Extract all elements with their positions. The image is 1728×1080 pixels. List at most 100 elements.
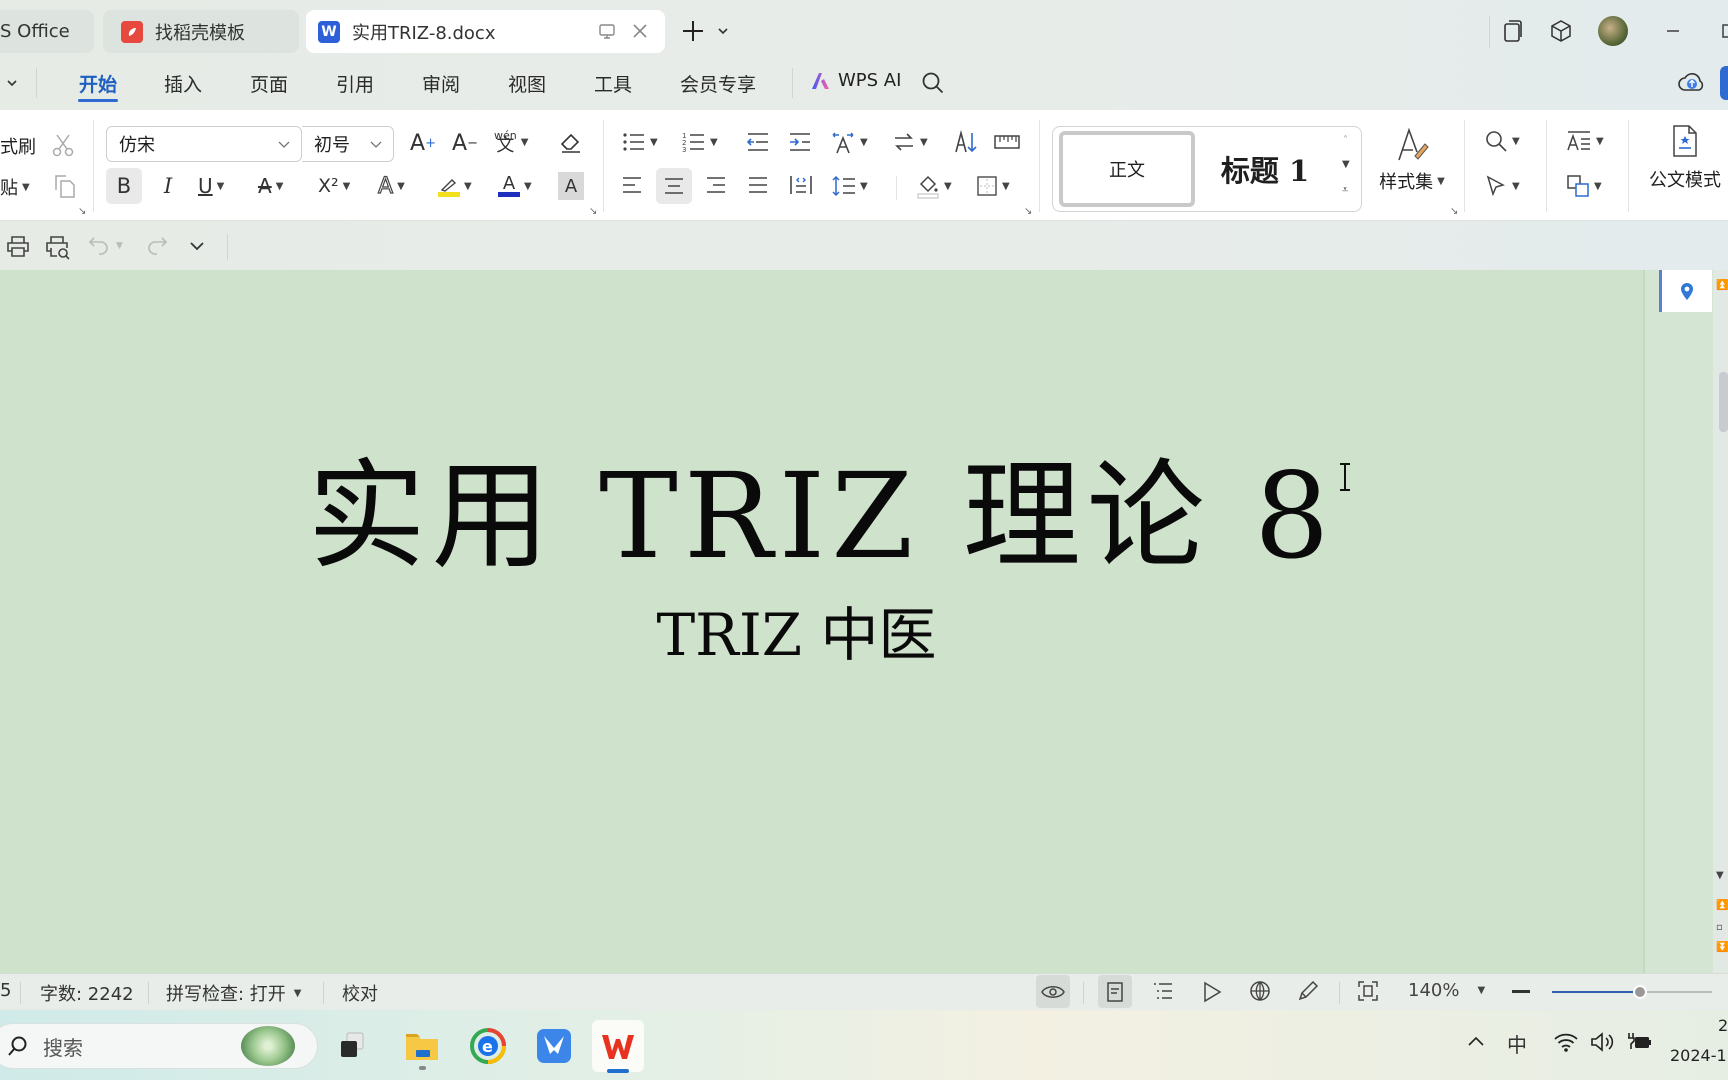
minimize-icon[interactable] xyxy=(1656,14,1690,48)
prev-page-icon[interactable]: ⏫ xyxy=(1716,900,1728,911)
ruler-icon[interactable] xyxy=(992,128,1022,156)
redo-icon[interactable] xyxy=(146,235,168,257)
select-button[interactable]: ▼ xyxy=(1484,168,1520,204)
gallery-expand-icon[interactable]: ⩡ xyxy=(1342,183,1348,197)
volume-icon[interactable] xyxy=(1590,1031,1616,1053)
zoom-out-icon[interactable] xyxy=(1512,990,1530,993)
page-indicator[interactable]: 5 xyxy=(0,980,11,1001)
align-right-icon[interactable] xyxy=(702,170,730,200)
monitor-icon[interactable] xyxy=(598,22,616,40)
format-painter-button[interactable]: 式刷 xyxy=(0,133,36,159)
cloud-upload-icon[interactable] xyxy=(1678,70,1706,96)
navigation-location-button[interactable] xyxy=(1659,270,1712,312)
file-menu-chevron-icon[interactable] xyxy=(5,76,19,90)
increase-font-size-button[interactable]: A + xyxy=(408,128,438,158)
superscript-button[interactable]: X² ▼ xyxy=(318,168,350,204)
search-icon[interactable] xyxy=(920,70,946,96)
character-spacing-button[interactable]: ▼ xyxy=(830,126,868,158)
outline-view-icon[interactable] xyxy=(1152,981,1174,1001)
scrollbar-thumb[interactable] xyxy=(1719,372,1728,432)
sort-icon[interactable] xyxy=(952,128,980,156)
dialog-launcher-icon[interactable]: ↘ xyxy=(1024,206,1032,217)
spell-check-toggle[interactable]: 拼写检查: 打开 ▼ xyxy=(166,980,302,1006)
menu-member[interactable]: 会员专享 xyxy=(680,70,756,97)
wps-ai-button[interactable]: WPS AI xyxy=(810,70,901,91)
clock-date[interactable]: 2024-1 xyxy=(1670,1046,1727,1065)
ime-indicator[interactable]: 中 xyxy=(1507,1029,1527,1058)
official-document-mode-button[interactable]: 公文模式 xyxy=(1640,124,1728,192)
zoom-level-select[interactable]: 140% ▼ xyxy=(1408,980,1485,1001)
window-layout-icon[interactable] xyxy=(1496,14,1530,48)
new-tab-icon[interactable] xyxy=(681,19,705,43)
menu-page[interactable]: 页面 xyxy=(250,70,288,97)
play-slideshow-icon[interactable] xyxy=(1202,981,1222,1003)
close-tab-icon[interactable] xyxy=(630,21,650,41)
bold-button[interactable]: B xyxy=(106,168,142,204)
document-canvas[interactable]: 实用 TRIZ 理论 8 TRIZ 中医 xyxy=(0,270,1643,973)
scroll-top-icon[interactable]: ⏫ xyxy=(1716,280,1728,291)
zoom-slider[interactable] xyxy=(1552,985,1712,999)
borders-button[interactable]: ▼ xyxy=(976,168,1010,204)
style-heading-1[interactable]: 标题 1 xyxy=(1205,131,1325,207)
edge-browser-icon[interactable]: e xyxy=(462,1020,514,1072)
bullet-list-button[interactable]: ▼ xyxy=(622,126,658,158)
justify-icon[interactable] xyxy=(744,170,772,200)
menu-tools[interactable]: 工具 xyxy=(594,70,632,97)
tab-docer-templates[interactable]: 找稻壳模板 xyxy=(103,10,299,53)
taskbar-search-box[interactable]: 搜索 xyxy=(0,1023,318,1069)
dialog-launcher-icon[interactable]: ↘ xyxy=(78,206,86,217)
document-title[interactable]: 实用 TRIZ 理论 8 xyxy=(0,420,1643,591)
undo-icon[interactable] xyxy=(88,235,110,257)
distributed-align-icon[interactable] xyxy=(786,170,816,200)
strikethrough-button[interactable]: A ▼ xyxy=(258,168,283,204)
clear-format-eraser-icon[interactable] xyxy=(556,128,586,158)
paste-button[interactable]: 贴 ▼ xyxy=(0,174,30,200)
fit-page-icon[interactable] xyxy=(1357,980,1379,1002)
web-view-globe-icon[interactable] xyxy=(1249,980,1271,1002)
gallery-scroll-up-icon[interactable]: ˄ xyxy=(1343,135,1348,146)
next-page-icon[interactable]: ⏬ xyxy=(1716,942,1728,953)
italic-button[interactable]: I xyxy=(150,168,186,204)
highlight-button[interactable]: ▼ xyxy=(438,168,472,204)
cut-icon[interactable] xyxy=(50,132,76,158)
print-icon[interactable] xyxy=(6,234,30,258)
text-effects-button[interactable]: A ▼ xyxy=(377,168,404,204)
vertical-scrollbar[interactable]: ⏫ ▼ ⏫ ▫ ⏬ xyxy=(1713,270,1728,973)
font-name-select[interactable]: 仿宋 xyxy=(106,126,302,162)
feishu-lark-icon[interactable] xyxy=(528,1020,580,1072)
eye-protection-icon[interactable] xyxy=(1036,975,1070,1008)
wifi-icon[interactable] xyxy=(1553,1031,1579,1053)
numbered-list-button[interactable]: 123 ▼ xyxy=(682,126,718,158)
maximize-icon[interactable] xyxy=(1712,14,1728,48)
menu-home[interactable]: 开始 xyxy=(79,70,117,97)
menu-insert[interactable]: 插入 xyxy=(164,70,202,97)
underline-button[interactable]: U ▼ xyxy=(198,168,224,204)
text-tools-button[interactable]: ▼ xyxy=(1566,124,1604,158)
font-size-select[interactable]: 初号 xyxy=(302,126,394,162)
dialog-launcher-icon[interactable]: ↘ xyxy=(1450,206,1458,217)
user-avatar[interactable] xyxy=(1596,14,1630,48)
gallery-scroll-down-icon[interactable]: ▼ xyxy=(1342,159,1350,170)
arrange-button[interactable]: ▼ xyxy=(1566,168,1602,204)
zoom-slider-thumb[interactable] xyxy=(1633,985,1647,999)
battery-charging-icon[interactable] xyxy=(1627,1031,1653,1053)
tab-list-chevron-icon[interactable] xyxy=(716,24,730,38)
file-explorer-icon[interactable] xyxy=(396,1020,448,1072)
task-view-icon[interactable] xyxy=(326,1020,378,1072)
undo-chevron-icon[interactable]: ▼ xyxy=(116,241,123,251)
style-normal[interactable]: 正文 xyxy=(1059,131,1195,207)
cube-icon[interactable] xyxy=(1544,14,1578,48)
decrease-indent-icon[interactable] xyxy=(744,128,772,156)
tab-wps-office[interactable]: S Office xyxy=(0,10,94,53)
shading-button[interactable]: ▼ xyxy=(916,168,952,204)
page-view-icon[interactable] xyxy=(1098,975,1132,1008)
document-subtitle[interactable]: TRIZ 中医 xyxy=(0,588,1618,672)
character-shading-button[interactable]: A xyxy=(558,172,584,200)
tab-document[interactable]: W 实用TRIZ-8.docx xyxy=(306,10,665,53)
decrease-font-size-button[interactable]: A − xyxy=(450,128,480,158)
menu-review[interactable]: 审阅 xyxy=(422,70,460,97)
menu-view[interactable]: 视图 xyxy=(508,70,546,97)
find-button[interactable]: ▼ xyxy=(1484,124,1520,158)
share-button[interactable] xyxy=(1720,66,1728,100)
show-hidden-icons-chevron-icon[interactable] xyxy=(1466,1034,1486,1048)
